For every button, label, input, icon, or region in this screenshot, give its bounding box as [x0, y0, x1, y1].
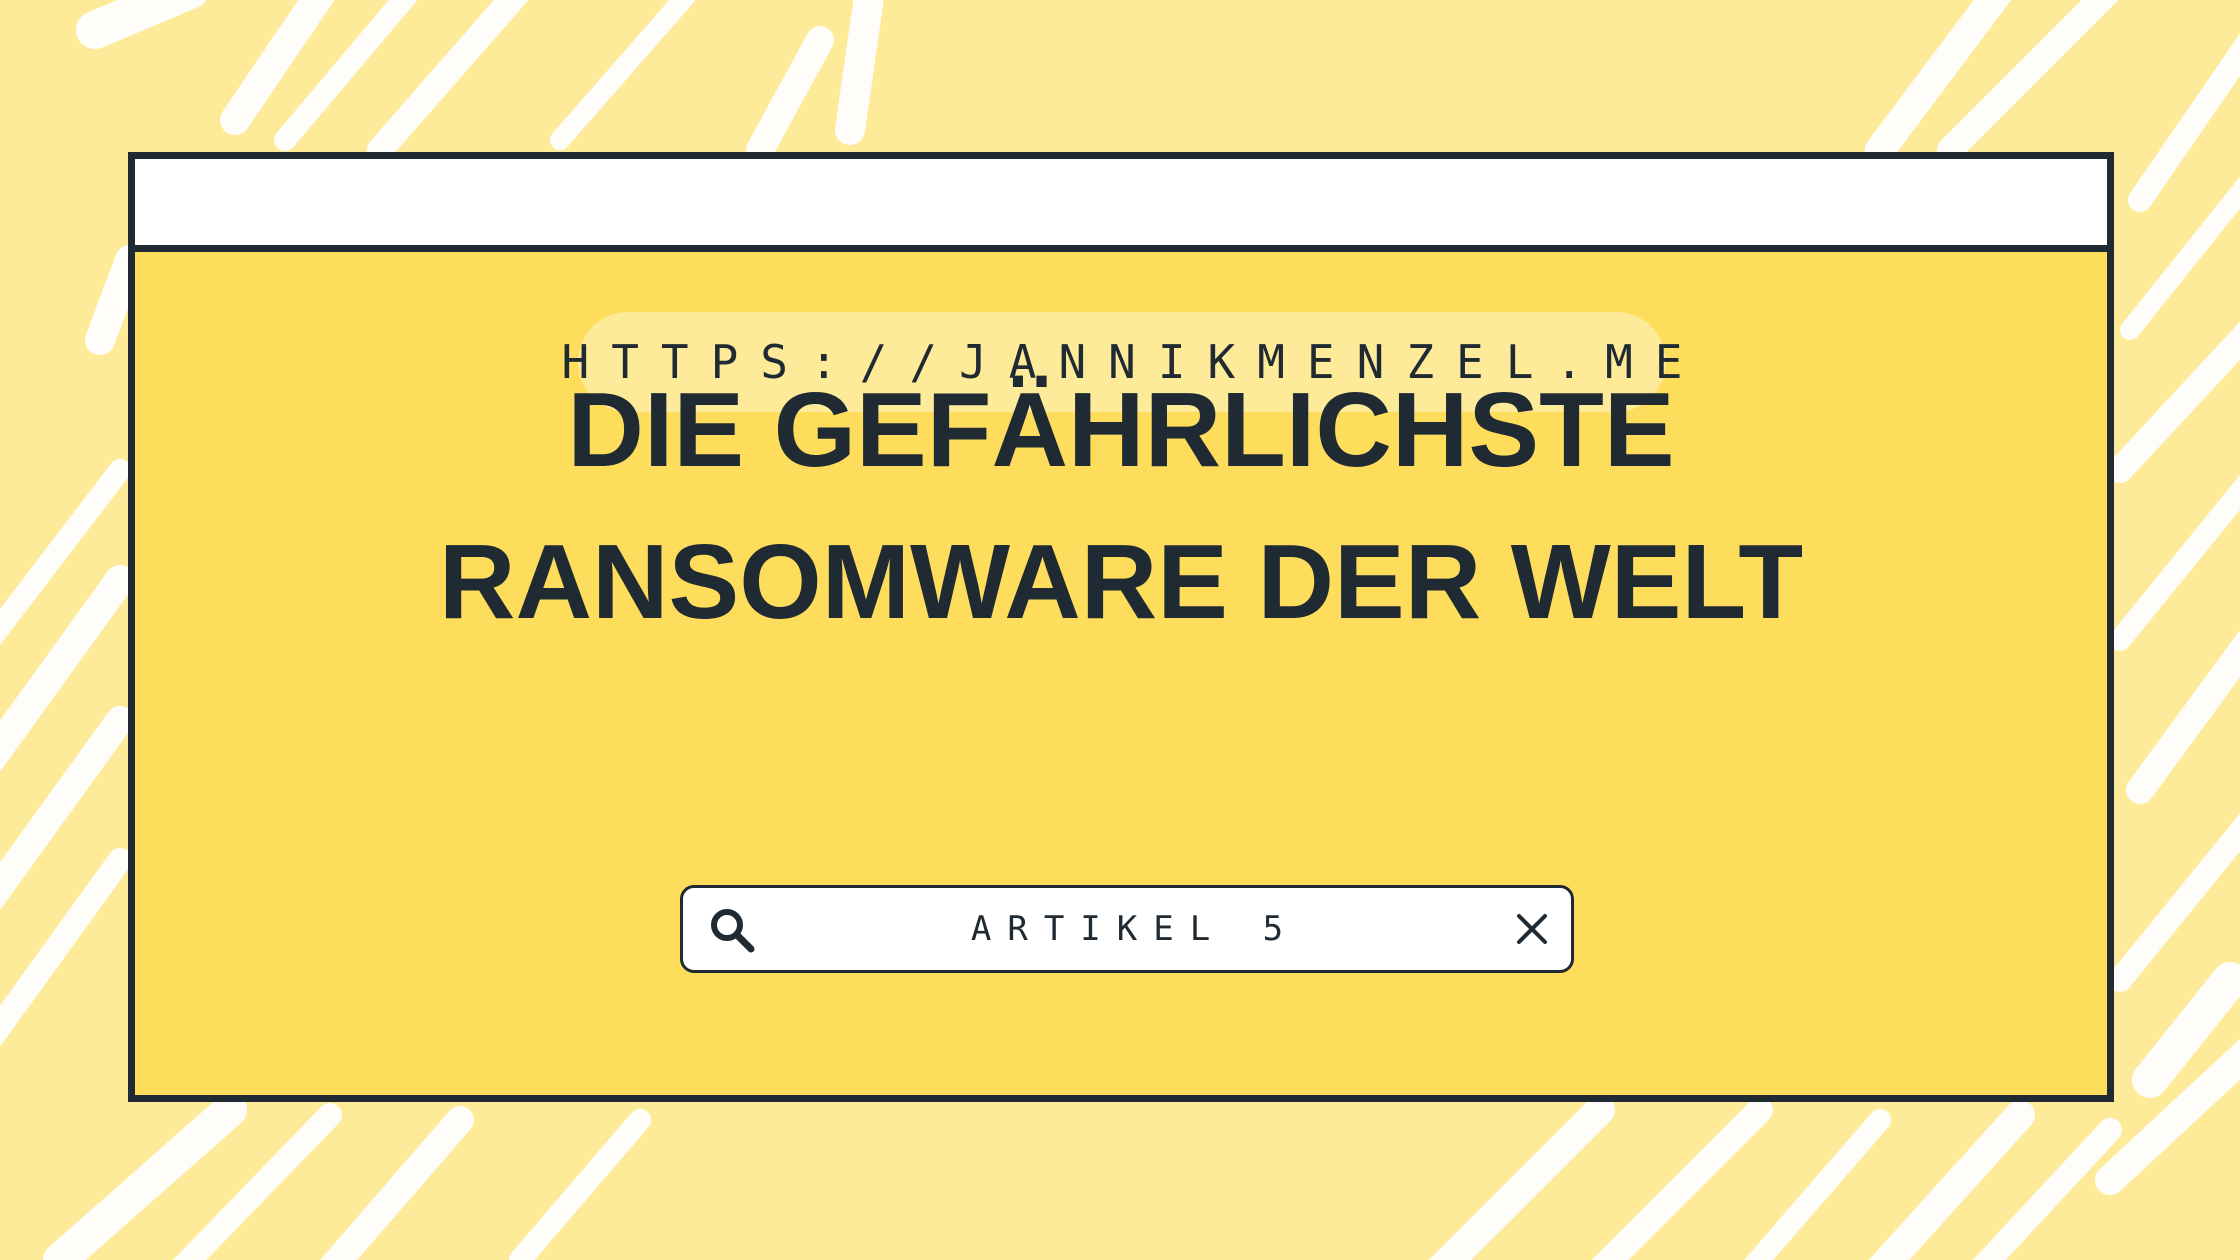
search-bar[interactable]: ARTIKEL 5 — [680, 885, 1574, 973]
page-title: DIE GEFÄHRLICHSTE RANSOMWARE DER WELT — [135, 354, 2107, 658]
close-icon[interactable] — [1515, 912, 1549, 946]
browser-window: HTTPS://JANNIKMENZEL.ME DIE GEFÄHRLICHST… — [128, 152, 2114, 1102]
window-titlebar — [135, 159, 2107, 252]
page-title-line-1: DIE GEFÄHRLICHSTE — [567, 371, 1675, 489]
page-title-line-2: RANSOMWARE DER WELT — [438, 523, 1804, 641]
search-input[interactable]: ARTIKEL 5 — [683, 888, 1571, 970]
